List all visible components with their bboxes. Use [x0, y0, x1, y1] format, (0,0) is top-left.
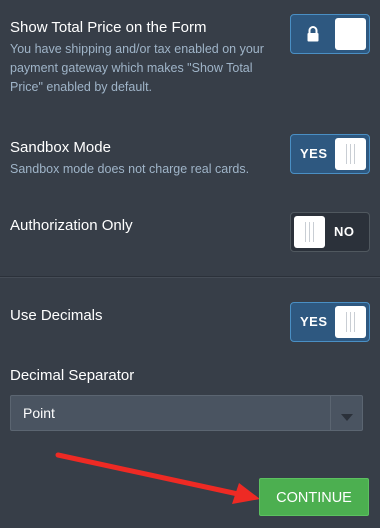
lock-icon — [305, 25, 321, 43]
sandbox-mode-toggle[interactable]: YES — [290, 134, 370, 174]
toggle-state-label: YES — [300, 314, 328, 329]
show-total-price-toggle[interactable] — [290, 14, 370, 54]
toggle-knob — [335, 138, 366, 170]
authorization-only-toggle[interactable]: NO — [290, 212, 370, 252]
continue-button[interactable]: CONTINUE — [259, 478, 369, 516]
show-total-price-description: You have shipping and/or tax enabled on … — [10, 42, 264, 94]
authorization-only-title: Authorization Only — [10, 217, 133, 234]
show-total-price-title: Show Total Price on the Form — [10, 19, 207, 36]
toggle-knob — [335, 18, 366, 50]
toggle-state-label: NO — [334, 224, 355, 239]
decimal-separator-select[interactable]: Point — [10, 395, 363, 431]
annotation-arrow-icon — [55, 452, 260, 504]
toggle-state-label: YES — [300, 146, 328, 161]
toggle-knob — [335, 306, 366, 338]
chevron-down-icon — [340, 409, 354, 421]
sandbox-mode-title: Sandbox Mode — [10, 139, 111, 156]
use-decimals-toggle[interactable]: YES — [290, 302, 370, 342]
use-decimals-title: Use Decimals — [10, 307, 103, 324]
section-divider — [0, 276, 380, 278]
decimal-separator-value: Point — [23, 405, 55, 421]
decimal-separator-title: Decimal Separator — [10, 367, 135, 384]
select-divider — [330, 396, 331, 430]
toggle-knob — [294, 216, 325, 248]
sandbox-mode-description: Sandbox mode does not charge real cards. — [10, 162, 250, 176]
